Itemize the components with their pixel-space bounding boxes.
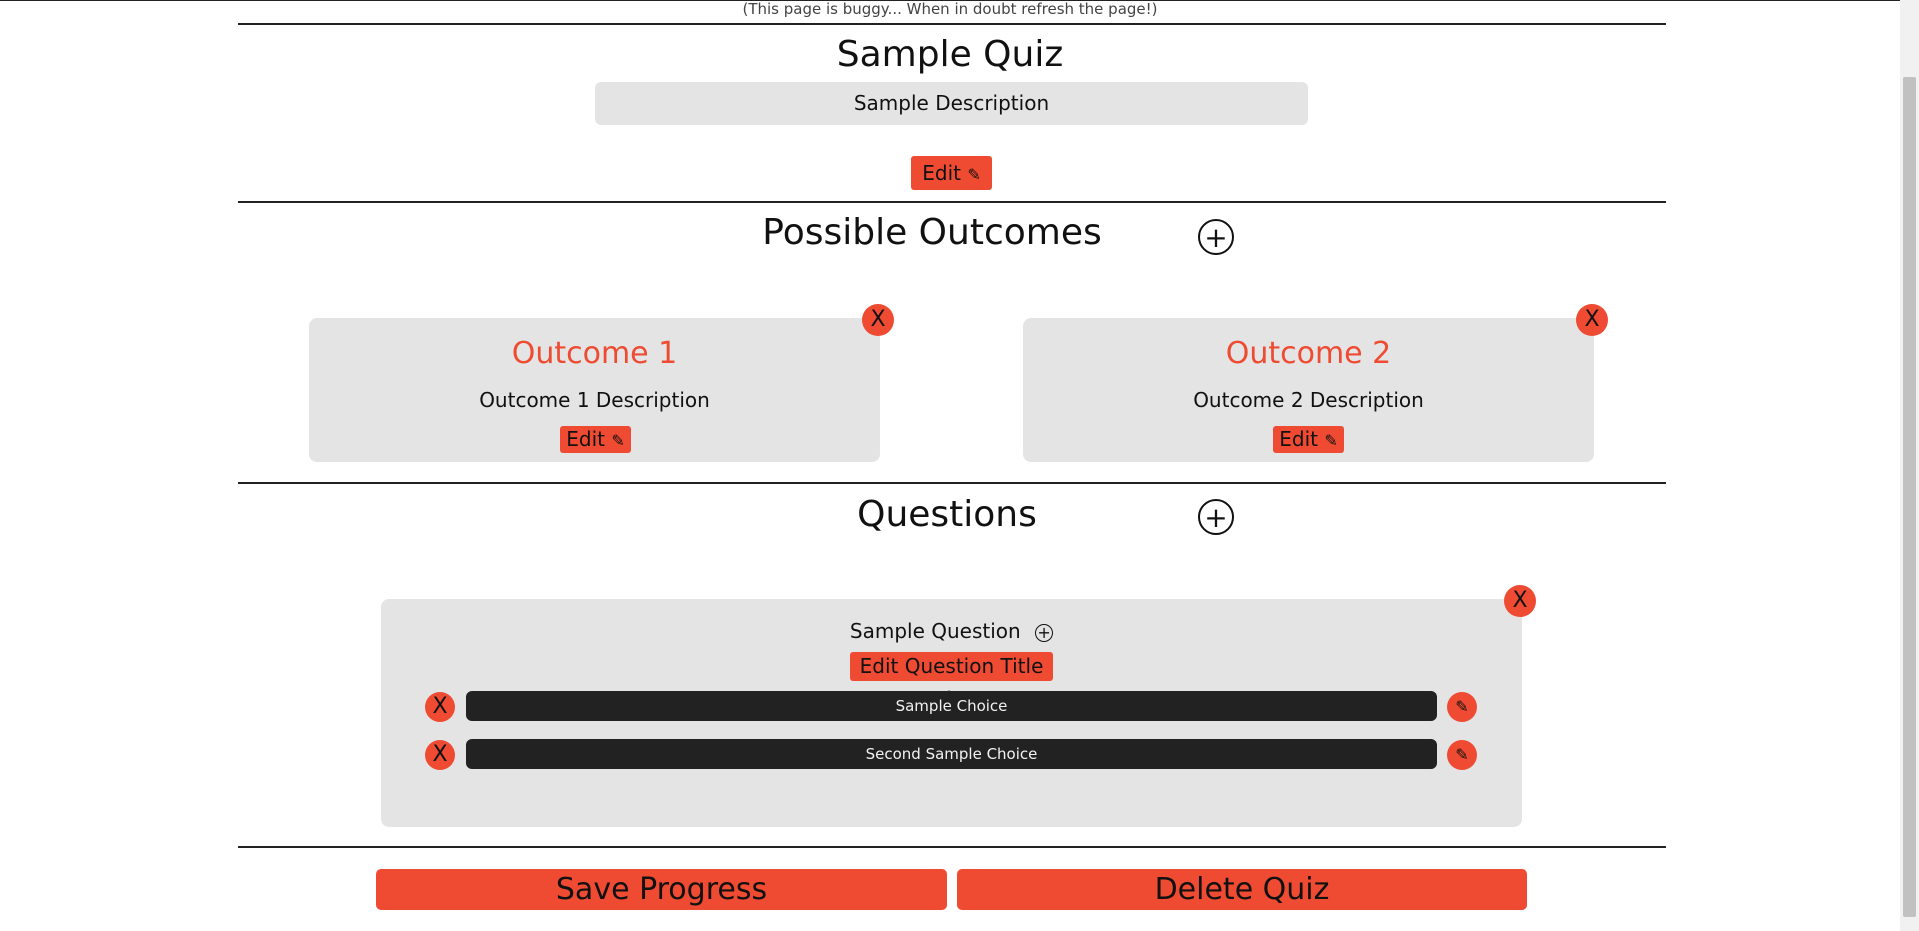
edit-label: Edit: [1279, 427, 1318, 451]
edit-label: Edit: [566, 427, 605, 451]
quiz-description: Sample Description: [595, 82, 1308, 125]
delete-choice-button[interactable]: X: [425, 740, 455, 770]
choice-item[interactable]: Second Sample Choice: [466, 739, 1437, 769]
pencil-icon: ✎: [1455, 697, 1469, 716]
outcome-title: Outcome 2: [1225, 336, 1392, 371]
close-icon: X: [1584, 307, 1600, 332]
edit-outcome-button[interactable]: Edit ✎: [560, 426, 631, 453]
close-icon: X: [1512, 588, 1528, 613]
outcome-description: Outcome 2 Description: [1193, 388, 1424, 412]
edit-choice-button[interactable]: ✎: [1447, 740, 1477, 770]
plus-icon: +: [1204, 501, 1228, 534]
add-outcome-button[interactable]: +: [1198, 219, 1234, 255]
plus-icon: +: [1037, 622, 1051, 642]
question-card: Sample Question + Edit Question Title ✎ …: [381, 599, 1522, 827]
add-choice-button[interactable]: +: [1035, 622, 1054, 642]
close-icon: X: [432, 742, 448, 767]
choice-item[interactable]: Sample Choice: [466, 691, 1437, 721]
questions-heading: Questions: [857, 494, 1037, 535]
outcome-card: Outcome 1 Outcome 1 Description Edit ✎: [309, 318, 880, 462]
outcome-title: Outcome 1: [511, 336, 678, 371]
question-title-row: Sample Question +: [381, 619, 1522, 643]
close-icon: X: [870, 307, 886, 332]
add-question-button[interactable]: +: [1198, 499, 1234, 535]
outcomes-heading: Possible Outcomes: [762, 212, 1102, 253]
pencil-icon: ✎: [611, 431, 625, 450]
outcome-description: Outcome 1 Description: [479, 388, 710, 412]
scrollbar-thumb[interactable]: [1903, 77, 1916, 917]
save-progress-button[interactable]: Save Progress: [376, 869, 947, 910]
divider: [238, 201, 1666, 203]
delete-outcome-button[interactable]: X: [1576, 304, 1608, 336]
pencil-icon: ✎: [1455, 745, 1469, 764]
quiz-title: Sample Quiz: [836, 34, 1064, 75]
delete-question-button[interactable]: X: [1504, 585, 1536, 617]
divider: [238, 846, 1666, 848]
close-icon: X: [432, 694, 448, 719]
plus-icon: +: [1204, 221, 1228, 254]
scrollbar[interactable]: [1900, 0, 1919, 931]
page: (This page is buggy... When in doubt ref…: [0, 0, 1900, 931]
delete-choice-button[interactable]: X: [425, 692, 455, 722]
question-title: Sample Question: [849, 619, 1021, 643]
delete-outcome-button[interactable]: X: [862, 304, 894, 336]
edit-choice-button[interactable]: ✎: [1447, 692, 1477, 722]
buggy-notice: (This page is buggy... When in doubt ref…: [742, 0, 1158, 18]
edit-question-title-label: Edit Question Title: [859, 654, 1044, 678]
divider: [238, 482, 1666, 484]
pencil-icon: ✎: [967, 165, 981, 184]
edit-outcome-button[interactable]: Edit ✎: [1273, 426, 1344, 453]
edit-quiz-button[interactable]: Edit ✎: [911, 156, 992, 190]
delete-quiz-button[interactable]: Delete Quiz: [957, 869, 1527, 910]
edit-question-title-button[interactable]: Edit Question Title ✎: [850, 652, 1053, 706]
divider: [238, 23, 1666, 25]
outcome-card: Outcome 2 Outcome 2 Description Edit ✎: [1023, 318, 1594, 462]
edit-label: Edit: [922, 161, 961, 185]
pencil-icon: ✎: [1324, 431, 1338, 450]
